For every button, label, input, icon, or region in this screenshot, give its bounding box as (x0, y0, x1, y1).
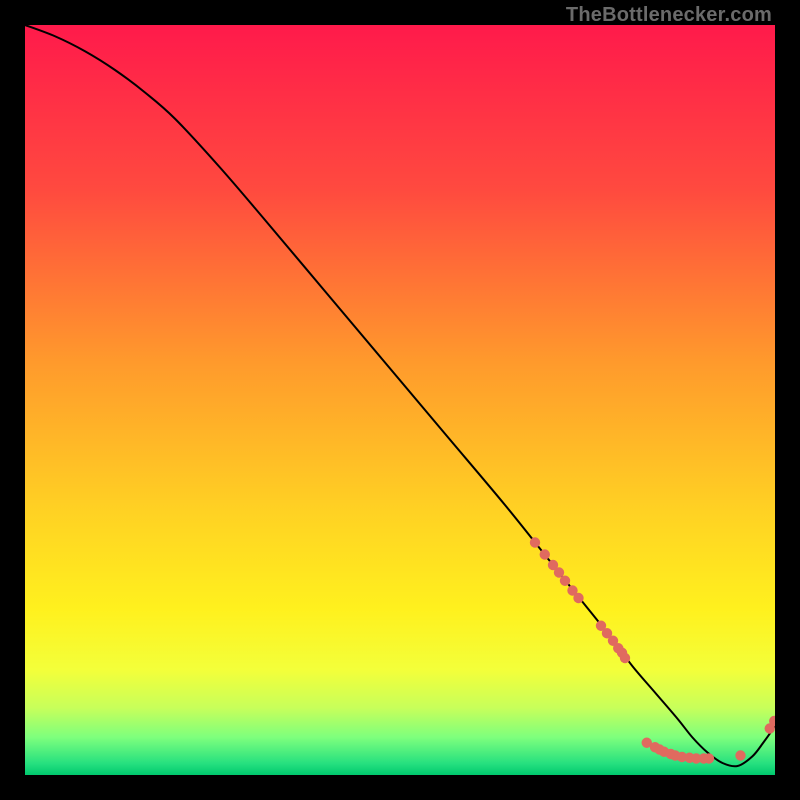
watermark-label: TheBottlenecker.com (566, 4, 772, 27)
data-point (560, 576, 570, 586)
chart-stage: TheBottlenecker.com (0, 0, 800, 800)
chart-svg (25, 25, 775, 775)
data-point (573, 593, 583, 603)
data-point (735, 750, 745, 760)
plot-area (25, 25, 775, 775)
data-point (704, 753, 714, 763)
data-point (620, 653, 630, 663)
data-point (530, 537, 540, 547)
chart-background (25, 25, 775, 775)
data-point (540, 549, 550, 559)
